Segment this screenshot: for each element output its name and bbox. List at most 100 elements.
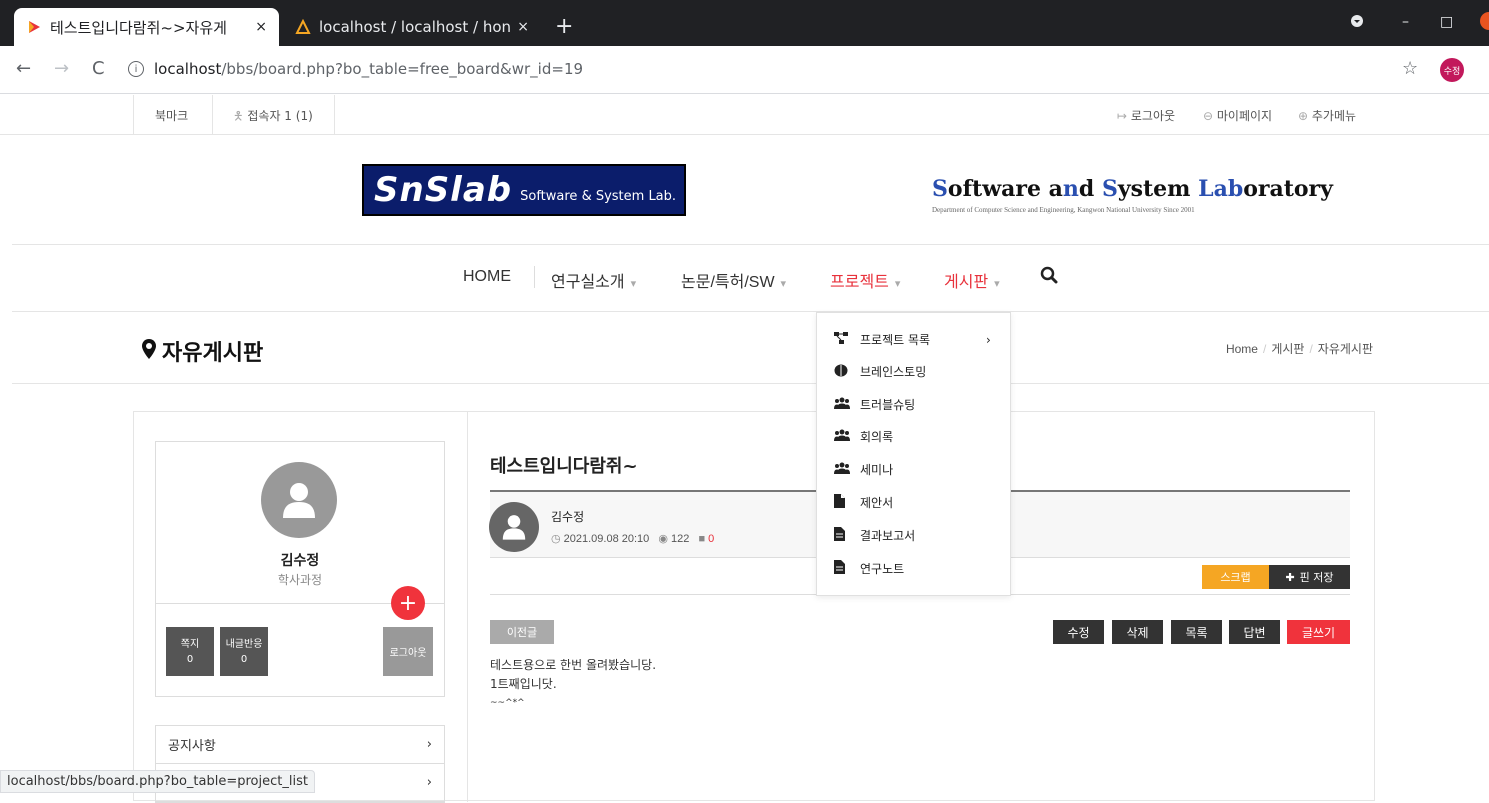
tab-close-icon[interactable]: × bbox=[517, 19, 529, 35]
caret-down-icon: ▾ bbox=[894, 278, 901, 290]
search-icon[interactable] bbox=[1040, 266, 1058, 289]
nav-board[interactable]: 게시판 ▾ bbox=[944, 268, 1000, 292]
divider bbox=[534, 266, 535, 288]
logout-link[interactable]: ↦ 로그아웃 bbox=[1117, 107, 1175, 124]
nav-papers[interactable]: 논문/특허/SW ▾ bbox=[681, 268, 786, 292]
pin-save-button[interactable]: ✚ 핀 저장 bbox=[1269, 565, 1350, 589]
dropdown-item-research-note[interactable]: 연구노트 bbox=[834, 560, 904, 577]
dropdown-item-proposal[interactable]: 제안서 bbox=[834, 494, 893, 511]
nav-home[interactable]: HOME bbox=[463, 268, 511, 286]
new-tab-button[interactable]: + bbox=[555, 14, 573, 39]
dropdown-item-brainstorming[interactable]: 브레인스토밍 bbox=[834, 363, 926, 380]
eye-icon: ◉ bbox=[658, 533, 672, 545]
logout-button[interactable]: 로그아웃 bbox=[383, 627, 433, 676]
plus-circle-icon: ⊕ bbox=[1298, 109, 1312, 123]
dropdown-item-troubleshooting[interactable]: 트러블슈팅 bbox=[834, 396, 915, 413]
divider bbox=[12, 311, 1489, 312]
caret-down-icon: ▾ bbox=[994, 278, 1000, 290]
dropdown-label: 회의록 bbox=[860, 430, 894, 444]
edit-button[interactable]: 수정 bbox=[1053, 620, 1104, 644]
post-body-line: ~~^*^ bbox=[490, 698, 525, 708]
profile-avatar[interactable]: 수정 bbox=[1440, 58, 1464, 82]
chevron-right-icon: › bbox=[986, 333, 991, 347]
author-avatar bbox=[489, 502, 539, 552]
reply-post-button[interactable]: 답변 bbox=[1229, 620, 1280, 644]
dropdown-item-report[interactable]: 결과보고서 bbox=[834, 527, 915, 544]
dropdown-label: 세미나 bbox=[860, 463, 894, 477]
site-top-bar: 북마크 🯅 접속자 1 (1) ↦ 로그아웃 ⊖ 마이페이지 ⊕ 추가메뉴 bbox=[0, 95, 1489, 135]
sitemap-icon bbox=[834, 332, 852, 347]
divider bbox=[467, 412, 468, 802]
tab-close-icon[interactable]: × bbox=[255, 19, 267, 35]
browser-tab[interactable]: localhost / localhost / hon × bbox=[283, 8, 541, 46]
back-arrow-icon[interactable]: ← bbox=[16, 58, 31, 79]
person-icon: 🯅 bbox=[233, 109, 248, 123]
avatar bbox=[261, 462, 337, 538]
lab-subtitle: Department of Computer Science and Engin… bbox=[932, 206, 1195, 214]
prev-post-button[interactable]: 이전글 bbox=[490, 620, 554, 644]
sidemenu-item-notice[interactable]: 공지사항 › bbox=[156, 726, 444, 764]
lab-title-part: S bbox=[932, 176, 948, 202]
minimize-icon[interactable]: – bbox=[1402, 14, 1409, 30]
divider bbox=[12, 383, 1489, 384]
dropdown-label: 제안서 bbox=[860, 496, 894, 510]
post-datetime: 2021.09.08 20:10 bbox=[563, 533, 650, 545]
scrap-button[interactable]: 스크랩 bbox=[1202, 565, 1269, 589]
dropdown-item-minutes[interactable]: 회의록 bbox=[834, 428, 893, 445]
page-title: 자유게시판 bbox=[142, 335, 263, 367]
lab-title: Software and System Laboratory bbox=[932, 176, 1333, 202]
browser-tab-active[interactable]: 테스트입니다람쥐~>자유게 × bbox=[14, 8, 279, 46]
url-host: localhost bbox=[154, 60, 222, 78]
snslab-logo[interactable]: SnSlab Software & System Lab. bbox=[362, 164, 686, 216]
breadcrumb-board[interactable]: 게시판 bbox=[1271, 342, 1304, 356]
dropdown-item-seminar[interactable]: 세미나 bbox=[834, 461, 893, 478]
file-icon bbox=[834, 494, 852, 511]
more-menu-label: 추가메뉴 bbox=[1311, 109, 1357, 123]
url-path: /bbs/board.php?bo_table=free_board&wr_id… bbox=[221, 60, 584, 78]
author-name[interactable]: 김수정 bbox=[551, 508, 584, 525]
profile-name: 김수정 bbox=[280, 553, 320, 569]
forward-arrow-icon[interactable]: → bbox=[54, 58, 69, 79]
reload-icon[interactable]: C bbox=[92, 58, 105, 79]
nav-lab-intro[interactable]: 연구실소개 ▾ bbox=[551, 268, 636, 292]
close-window-icon[interactable] bbox=[1478, 12, 1489, 34]
profile-role: 학사과정 bbox=[277, 573, 323, 587]
list-button[interactable]: 목록 bbox=[1171, 620, 1222, 644]
users-icon bbox=[834, 397, 852, 412]
breadcrumb-home[interactable]: Home bbox=[1226, 342, 1258, 356]
post-comments: 0 bbox=[708, 533, 715, 545]
bookmark-link[interactable]: 북마크 bbox=[155, 107, 188, 124]
bookmark-star-icon[interactable]: ☆ bbox=[1402, 58, 1418, 79]
breadcrumb-current: 자유게시판 bbox=[1317, 342, 1373, 356]
user-icon bbox=[283, 483, 315, 518]
address-bar: ← → C i localhost /bbs/board.php?bo_tabl… bbox=[0, 46, 1489, 94]
caret-down-icon: ▾ bbox=[630, 278, 637, 290]
phpmyadmin-favicon-icon bbox=[295, 18, 311, 35]
delete-button[interactable]: 삭제 bbox=[1112, 620, 1163, 644]
browser-tab-bar: 테스트입니다람쥐~>자유게 × localhost / localhost / … bbox=[0, 0, 1489, 46]
tab-search-icon[interactable] bbox=[1350, 14, 1364, 32]
memo-button[interactable]: 쪽지 0 bbox=[166, 627, 214, 676]
reply-button[interactable]: 내글반응 0 bbox=[220, 627, 268, 676]
maximize-icon[interactable]: □ bbox=[1440, 14, 1453, 30]
write-button[interactable]: 글쓰기 bbox=[1287, 620, 1350, 644]
plus-button[interactable]: + bbox=[391, 586, 425, 620]
dropdown-label: 프로젝트 목록 bbox=[860, 333, 931, 347]
comment-icon: ■ bbox=[698, 533, 709, 545]
nav-papers-label: 논문/특허/SW bbox=[681, 274, 775, 291]
site-info-icon[interactable]: i bbox=[128, 61, 144, 77]
mypage-link[interactable]: ⊖ 마이페이지 bbox=[1203, 107, 1272, 124]
users-icon bbox=[834, 462, 852, 477]
url-input[interactable]: i localhost /bbs/board.php?bo_table=free… bbox=[128, 54, 1388, 84]
nav-projects[interactable]: 프로젝트 ▾ bbox=[830, 268, 900, 292]
post-body-line: 1트째입니닷. bbox=[490, 677, 557, 691]
lab-title-part: n bbox=[1062, 176, 1079, 202]
breadcrumb: Home / 게시판 / 자유게시판 bbox=[1226, 340, 1373, 357]
file-text-icon bbox=[834, 527, 852, 544]
more-menu-link[interactable]: ⊕ 추가메뉴 bbox=[1298, 107, 1356, 124]
dropdown-label: 트러블슈팅 bbox=[860, 398, 916, 412]
pin-save-label: 핀 저장 bbox=[1299, 571, 1334, 584]
thumbtack-icon: ✚ bbox=[1285, 570, 1295, 584]
visitors-link[interactable]: 🯅 접속자 1 (1) bbox=[233, 107, 313, 128]
dropdown-item-project-list[interactable]: 프로젝트 목록 bbox=[834, 331, 930, 348]
